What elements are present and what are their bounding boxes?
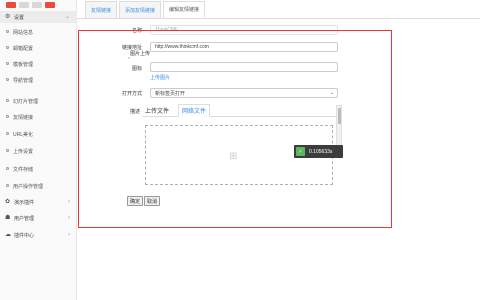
upload-image-label: 图片上传 xyxy=(129,51,150,57)
sidebar-item-url-rewrite[interactable]: URL美化 xyxy=(0,128,77,140)
scrollbar-thumb[interactable] xyxy=(338,108,341,124)
icon-label: 图标 xyxy=(131,66,142,72)
editor-tab-bar: 上传文件 网络文件 xyxy=(142,103,336,117)
circle-icon xyxy=(6,167,9,170)
cancel-button[interactable]: 取消 xyxy=(144,196,160,206)
circle-icon xyxy=(6,184,9,187)
tab-divider xyxy=(77,18,480,19)
refresh-icon[interactable] xyxy=(19,2,29,8)
sidebar-item-links[interactable]: 友情链接 xyxy=(0,111,77,123)
circle-icon xyxy=(6,62,9,65)
sidebar: ⚙ 设置 ⌄ 网站信息 邮箱配置 模板管理 导航管理 幻灯片管理 友情链接 UR… xyxy=(0,0,77,300)
leaf-icon: ✓ xyxy=(296,147,305,156)
open-mode-label: 打开方式 xyxy=(121,91,142,97)
chevron-right-icon: › xyxy=(68,199,70,205)
tab-upload-file[interactable]: 上传文件 xyxy=(142,104,172,117)
sidebar-item-demo-plugin[interactable]: ✿ 演示插件 › xyxy=(0,196,77,208)
chevron-down-icon: ⌄ xyxy=(329,90,334,96)
tab-edit-link[interactable]: 编辑友情链接 xyxy=(163,1,206,18)
chevron-down-icon: ⌄ xyxy=(64,14,70,20)
circle-icon xyxy=(6,99,9,102)
chevron-right-icon: › xyxy=(68,215,70,221)
app-window: ⚙ 设置 ⌄ 网站信息 邮箱配置 模板管理 导航管理 幻灯片管理 友情链接 UR… xyxy=(0,0,480,300)
url-field[interactable]: http://www.thinkcmf.com xyxy=(150,42,338,52)
tab-bar: 友情链接 添加友情链接 编辑友情链接 xyxy=(85,1,207,18)
plugin-icon: ✿ xyxy=(5,199,11,205)
icon-field[interactable] xyxy=(150,62,338,72)
circle-icon xyxy=(6,132,9,135)
sidebar-item-user-management[interactable]: ☗ 用户管理 › xyxy=(0,212,77,224)
circle-icon xyxy=(6,30,9,33)
confirm-button[interactable]: 确定 xyxy=(127,196,143,206)
open-mode-select[interactable]: 新标签页打开 ⌄ xyxy=(150,88,338,98)
menu-icon[interactable] xyxy=(32,2,42,8)
name-label: 名称 xyxy=(131,28,142,34)
gear-icon: ⚙ xyxy=(5,14,11,20)
home-icon[interactable] xyxy=(6,2,16,8)
cloud-icon: ☁ xyxy=(5,232,11,238)
required-mark: * xyxy=(128,57,130,63)
sidebar-item-user-actions[interactable]: 用户操作管理 xyxy=(0,180,77,192)
sidebar-item-file-storage[interactable]: 文件存储 xyxy=(0,163,77,175)
sidebar-item-mail-config[interactable]: 邮箱配置 xyxy=(0,42,77,54)
sidebar-top-icons xyxy=(6,2,55,8)
description-label: 描述 xyxy=(129,109,140,115)
circle-icon xyxy=(6,46,9,49)
circle-icon xyxy=(6,149,9,152)
sidebar-item-upload-settings[interactable]: 上传设置 xyxy=(0,145,77,157)
tab-web-file[interactable]: 网络文件 xyxy=(178,104,211,117)
sidebar-item-navigation[interactable]: 导航管理 xyxy=(0,74,77,86)
tab-links-list[interactable]: 友情链接 xyxy=(85,1,118,18)
sidebar-item-plugin-center[interactable]: ☁ 插件中心 › xyxy=(0,229,77,241)
name-field[interactable]: ThinkCMF xyxy=(150,25,338,35)
circle-icon xyxy=(6,78,9,81)
sidebar-item-templates[interactable]: 模板管理 xyxy=(0,58,77,70)
sidebar-item-settings[interactable]: ⚙ 设置 ⌄ xyxy=(0,11,77,23)
tab-add-link[interactable]: 添加友情链接 xyxy=(119,1,162,18)
open-mode-value: 新标签页打开 xyxy=(155,90,186,97)
users-icon: ☗ xyxy=(5,215,11,221)
delete-icon[interactable] xyxy=(45,2,55,8)
sidebar-item-site-info[interactable]: 网站信息 xyxy=(0,26,77,38)
sidebar-item-slides[interactable]: 幻灯片管理 xyxy=(0,95,77,107)
chevron-right-icon: › xyxy=(68,232,70,238)
circle-icon xyxy=(6,115,9,118)
add-image-icon: ⊞ xyxy=(229,151,238,162)
upload-image-link[interactable]: 上传图片 xyxy=(150,74,170,81)
speed-value: 0.105633s xyxy=(309,148,333,155)
speed-badge: ✓ 0.105633s xyxy=(294,145,343,158)
